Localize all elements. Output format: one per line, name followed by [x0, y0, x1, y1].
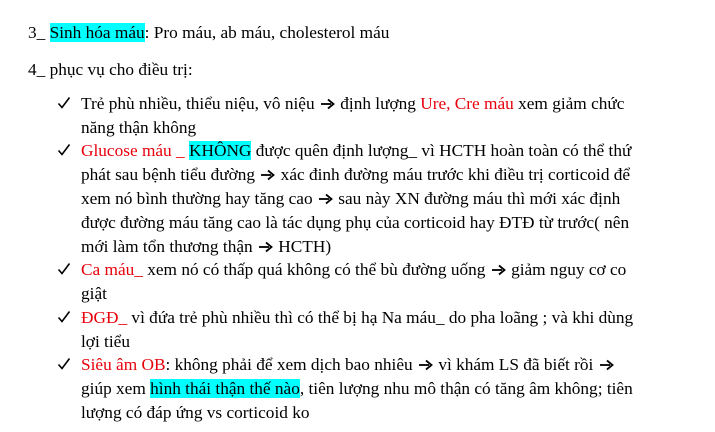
item-2-red-text: Glucose máu _: [81, 141, 185, 160]
item-5-line-2: giúp xem hình thái thận thế nào, tiên lư…: [81, 379, 633, 399]
item-4-text: vì đứa trẻ phù nhiều thì có thể bị hạ Na…: [131, 308, 634, 327]
section-3-prefix: 3_: [28, 23, 50, 42]
item-2-line-5: mới làm tổn thương thận HCTH): [81, 237, 331, 257]
item-5-red-text: Siêu âm OB: [81, 355, 166, 374]
item-3-line-2: giật: [81, 284, 107, 303]
item-1-text-b: định lượng: [340, 94, 416, 113]
item-2-text-3b: sau này XN đường máu thì mới xác định: [338, 189, 621, 208]
item-2-text-2b: xác đinh đường máu trước khi điều trị co…: [280, 165, 631, 184]
check-mark-icon: [57, 143, 71, 157]
right-arrow-icon: [320, 98, 335, 110]
section-3-rest: : Pro máu, ab máu, cholesterol máu: [144, 23, 390, 42]
section-3-line: 3_ Sinh hóa máu: Pro máu, ab máu, choles…: [28, 23, 389, 43]
item-2-line-3: xem nó bình thường hay tăng cao sau này …: [81, 189, 620, 209]
item-4-red-text: ĐGĐ_: [81, 308, 128, 327]
item-4-line-2: lợi tiểu: [81, 332, 130, 351]
document-page: { "colors": {"red": "#e8000b", "highligh…: [0, 0, 715, 432]
section-4-heading: 4_ phục vụ cho điều trị:: [28, 60, 193, 79]
check-mark-icon: [57, 357, 71, 371]
check-mark-icon: [57, 262, 71, 276]
item-2-text-5b: HCTH): [278, 237, 332, 256]
item-3-text: xem nó có thấp quá không có thể bù đường…: [147, 260, 486, 279]
right-arrow-icon: [491, 264, 506, 276]
item-2-text-3a: xem nó bình thường hay tăng cao: [81, 189, 313, 208]
item-3-text-b: giảm nguy cơ co: [511, 260, 627, 279]
item-2-text-5a: mới làm tổn thương thận: [81, 237, 253, 256]
item-5-line-3: lượng có đáp ứng vs corticoid ko: [81, 403, 310, 422]
item-1-red-text: Ure, Cre máu: [420, 94, 514, 113]
item-5-line-1: Siêu âm OB: không phải để xem dịch bao n…: [81, 355, 615, 375]
item-1-line-1: Trẻ phù nhiều, thiểu niệu, vô niệu định …: [81, 94, 624, 114]
item-2-line-4: được đường máu tăng cao là tác dụng phụ …: [81, 213, 630, 232]
item-5-text-2a: giúp xem: [81, 379, 146, 398]
item-1-text-c: xem giảm chức: [518, 94, 625, 113]
right-arrow-icon: [258, 241, 273, 253]
item-4-line-1: ĐGĐ_ vì đứa trẻ phù nhiều thì có thể bị …: [81, 308, 633, 328]
item-2-text-2a: phát sau bệnh tiểu đường: [81, 165, 256, 184]
item-5-text-2b: , tiên lượng nhu mô thận có tăng âm khôn…: [299, 379, 633, 398]
item-2-line-2: phát sau bệnh tiểu đường xác đinh đường …: [81, 165, 630, 185]
check-mark-icon: [57, 310, 71, 324]
right-arrow-icon: [418, 359, 433, 371]
item-5-text-b: vì khám LS đã biết rồi: [438, 355, 594, 374]
right-arrow-icon: [318, 193, 333, 205]
item-2-highlight: KHÔNG: [189, 141, 252, 160]
item-1-line-2: năng thận không: [81, 118, 197, 137]
item-2-line-1: Glucose máu _ KHÔNG được quên định lượng…: [81, 141, 631, 161]
item-1-text: Trẻ phù nhiều, thiểu niệu, vô niệu: [81, 94, 315, 113]
item-3-red-text: Ca máu_: [81, 260, 143, 279]
check-mark-icon: [57, 96, 71, 110]
item-5-text: : không phải để xem dịch bao nhiêu: [165, 355, 413, 374]
right-arrow-icon: [599, 359, 614, 371]
right-arrow-icon: [260, 169, 275, 181]
section-3-highlight: Sinh hóa máu: [49, 23, 145, 42]
item-3-line-1: Ca máu_ xem nó có thấp quá không có thể …: [81, 260, 626, 280]
item-5-highlight: hình thái thận thế nào: [150, 379, 300, 398]
item-2-text: được quên định lượng_ vì HCTH hoàn toàn …: [255, 141, 632, 160]
